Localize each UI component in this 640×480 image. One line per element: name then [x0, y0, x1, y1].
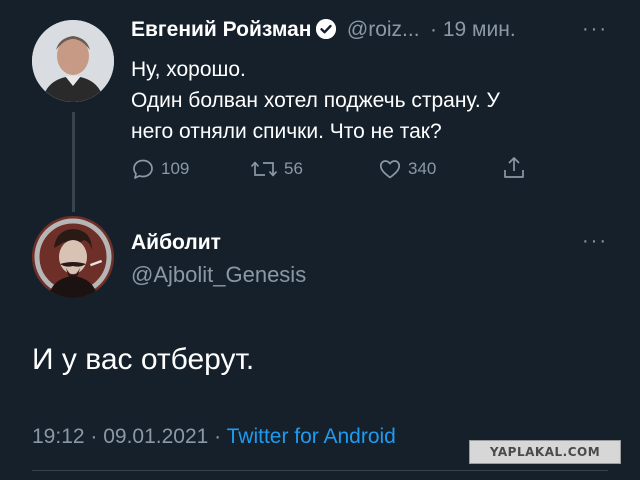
- reply-count: 109: [161, 159, 190, 178]
- like-count: 340: [408, 159, 437, 178]
- share-icon: [504, 157, 524, 178]
- tweet1-text: Ну, хорошо. Один болван хотел поджечь ст…: [131, 54, 500, 147]
- tweet1-handle[interactable]: @roiz...: [347, 18, 420, 41]
- avatar-roizman-image: [32, 20, 114, 102]
- tweet2-client-link[interactable]: Twitter for Android: [227, 425, 396, 448]
- tweet1-more-icon[interactable]: ···: [582, 18, 608, 41]
- like-action[interactable]: 340: [378, 157, 436, 181]
- tweet2-datetime[interactable]: 19:12 · 09.01.2021 ·: [32, 425, 227, 448]
- avatar-aibolit[interactable]: [32, 216, 114, 298]
- avatar-roizman[interactable]: [32, 20, 114, 102]
- tweet1-line: Один болван хотел поджечь страну. У: [131, 89, 500, 112]
- share-action[interactable]: [501, 155, 527, 181]
- tweet1-line: Ну, хорошо.: [131, 58, 246, 81]
- divider: [32, 470, 608, 471]
- tweet2-author-name[interactable]: Айболит: [131, 231, 221, 255]
- tweet1-header: Евгений Ройзман @roiz... · 19 мин.: [131, 18, 516, 42]
- reply-icon: [133, 159, 153, 179]
- tweet1-line: него отняли спички. Что не так?: [131, 120, 442, 143]
- thread-connector-line: [72, 112, 75, 212]
- watermark: YAPLAKAL.COM: [469, 440, 621, 464]
- reply-action[interactable]: 109: [131, 157, 189, 181]
- retweet-count: 56: [284, 159, 303, 178]
- tweet2-handle[interactable]: @Ajbolit_Genesis: [131, 262, 306, 288]
- tweet2-text: И у вас отберут.: [32, 343, 255, 376]
- avatar-aibolit-image: [32, 216, 114, 298]
- verified-badge-icon: [316, 19, 337, 39]
- tweet1-author-name[interactable]: Евгений Ройзман: [131, 18, 311, 41]
- retweet-action[interactable]: 56: [250, 157, 303, 181]
- tweet2-footer: 19:12 · 09.01.2021 · Twitter for Android: [32, 425, 396, 449]
- heart-icon: [379, 160, 401, 179]
- retweet-icon: [250, 161, 278, 177]
- tweet1-timestamp[interactable]: · 19 мин.: [430, 18, 516, 41]
- tweet2-more-icon[interactable]: ···: [582, 230, 608, 253]
